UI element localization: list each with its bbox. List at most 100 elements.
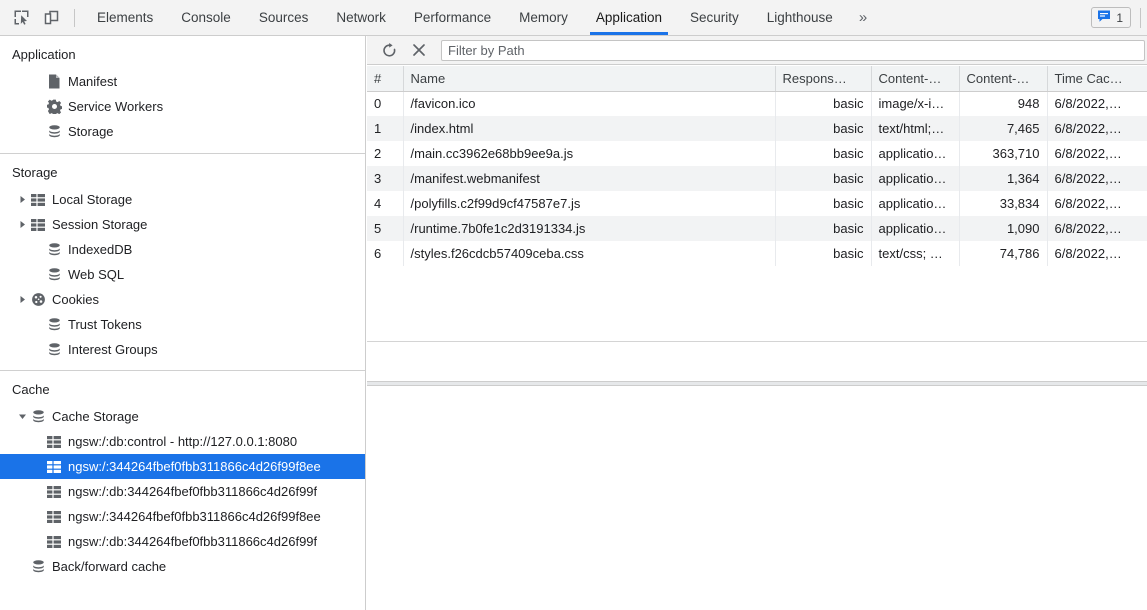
sidebar-item-web-sql[interactable]: Web SQL <box>0 262 365 287</box>
sidebar-item-cache-storage[interactable]: Cache Storage <box>0 404 365 429</box>
table-cell: 0 <box>367 91 404 116</box>
table-cell: 6/8/2022,… <box>1047 191 1147 216</box>
message-bubble-icon <box>1097 9 1111 26</box>
document-icon <box>47 74 68 89</box>
sidebar-item-label: Cookies <box>52 292 99 307</box>
tab-performance[interactable]: Performance <box>400 0 505 35</box>
table-cell: /main.cc3962e68bb9ee9a.js <box>403 141 776 166</box>
table-cell: basic <box>775 116 872 141</box>
table-cell: 6 <box>367 241 404 266</box>
filter-by-path-input[interactable] <box>441 39 1145 61</box>
chevron-down-icon[interactable] <box>18 412 31 421</box>
inspect-cursor-icon[interactable] <box>6 0 36 35</box>
table-cell: /runtime.7b0fe1c2d3191334.js <box>403 216 776 241</box>
sidebar-section-application: Application Manifest Service Workers Storag… <box>0 36 365 153</box>
close-x-icon[interactable] <box>405 38 433 62</box>
sidebar-item-label: ngsw:/:344264fbef0fbb311866c4d26f99f8ee <box>68 509 321 524</box>
cache-entries-table-container[interactable]: # Name Respons… Content-… Content-… Time Cac…… <box>367 66 1147 382</box>
tab-lighthouse[interactable]: Lighthouse <box>753 0 847 35</box>
table-cell: 6/8/2022,… <box>1047 116 1147 141</box>
sidebar-item-interest-groups[interactable]: Interest Groups <box>0 337 365 362</box>
horizontal-splitter[interactable] <box>367 381 1147 386</box>
table-cell: basic <box>775 91 872 116</box>
sidebar-section-storage: Storage Local Storage Session Storage Index… <box>0 153 365 370</box>
table-cell: 74,786 <box>959 241 1048 266</box>
table-row[interactable]: 6/styles.f26cdcb57409ceba.css basic text/c… <box>367 241 1147 266</box>
table-header-row: # Name Respons… Content-… Content-… Time Cac… <box>367 66 1147 92</box>
toolbar-end-divider <box>1140 7 1141 28</box>
table-column-header[interactable]: Content-… <box>871 66 960 92</box>
tab-application[interactable]: Application <box>582 0 676 35</box>
table-cell: 6/8/2022,… <box>1047 216 1147 241</box>
database-icon <box>47 124 68 139</box>
chevron-right-icon[interactable] <box>18 195 31 204</box>
table-column-header[interactable]: Respons… <box>775 66 872 92</box>
chevron-right-icon[interactable] <box>18 295 31 304</box>
sidebar-item-indexeddb[interactable]: IndexedDB <box>0 237 365 262</box>
table-cell: applicatio… <box>871 191 960 216</box>
table-cell: text/css; … <box>871 241 960 266</box>
table-cell: basic <box>775 191 872 216</box>
tab-memory[interactable]: Memory <box>505 0 582 35</box>
table-grid-icon <box>47 460 68 473</box>
sidebar-section-cache: Cache Cache Storage ngsw:/:db:control - ht… <box>0 370 365 579</box>
sidebar-item-ngsw-344264fbef0fbb311866c4d26f99f8ee[interactable]: ngsw:/:344264fbef0fbb311866c4d26f99f8ee <box>0 504 365 529</box>
table-cell: 1,090 <box>959 216 1048 241</box>
table-cell: 948 <box>959 91 1048 116</box>
tab-network[interactable]: Network <box>322 0 400 35</box>
tab-elements[interactable]: Elements <box>83 0 167 35</box>
sidebar-section-title: Cache <box>12 382 50 397</box>
sidebar-item-label: Trust Tokens <box>68 317 142 332</box>
refresh-icon[interactable] <box>375 38 403 62</box>
table-row[interactable]: 2/main.cc3962e68bb9ee9a.js basic applicati… <box>367 141 1147 166</box>
sidebar-item-ngsw-344264fbef0fbb311866c4d26f99f8ee[interactable]: ngsw:/:344264fbef0fbb311866c4d26f99f8ee <box>0 454 365 479</box>
table-cell: /polyfills.c2f99d9cf47587e7.js <box>403 191 776 216</box>
application-sidebar[interactable]: Application Manifest Service Workers Storag… <box>0 36 366 610</box>
sidebar-item-ngsw-db-344264fbef0fbb311866c4d26f99f[interactable]: ngsw:/:db:344264fbef0fbb311866c4d26f99f <box>0 479 365 504</box>
table-cell: 4 <box>367 191 404 216</box>
sidebar-item-trust-tokens[interactable]: Trust Tokens <box>0 312 365 337</box>
table-row[interactable]: 3/manifest.webmanifest basic applicatio… 1,… <box>367 166 1147 191</box>
table-body: 0/favicon.ico basic image/x-i… 948 6/8/2022,… <box>367 91 1147 266</box>
sidebar-item-ngsw-db-344264fbef0fbb311866c4d26f99f[interactable]: ngsw:/:db:344264fbef0fbb311866c4d26f99f <box>0 529 365 554</box>
table-grid-icon <box>47 485 68 498</box>
table-cell: applicatio… <box>871 216 960 241</box>
tab-sources[interactable]: Sources <box>245 0 323 35</box>
gear-icon <box>47 99 68 114</box>
sidebar-item-label: Back/forward cache <box>52 559 167 574</box>
sidebar-item-service-workers[interactable]: Service Workers <box>0 94 365 119</box>
table-grid-icon <box>47 510 68 523</box>
sidebar-item-local-storage[interactable]: Local Storage <box>0 187 365 212</box>
table-cell: /manifest.webmanifest <box>403 166 776 191</box>
chevron-right-icon[interactable] <box>18 220 31 229</box>
sidebar-item-storage[interactable]: Storage <box>0 119 365 144</box>
table-column-header[interactable]: Content-… <box>959 66 1048 92</box>
table-column-header[interactable]: # <box>367 66 404 92</box>
cache-entries-table: # Name Respons… Content-… Content-… Time Cac…… <box>367 66 1147 266</box>
table-row[interactable]: 0/favicon.ico basic image/x-i… 948 6/8/2022,… <box>367 91 1147 116</box>
table-column-header[interactable]: Name <box>403 66 776 92</box>
device-toolbar-icon[interactable] <box>36 0 66 35</box>
sidebar-item-label: Cache Storage <box>52 409 139 424</box>
toolbar-divider <box>74 8 75 27</box>
sidebar-item-back-forward-cache[interactable]: Back/forward cache <box>0 554 365 579</box>
table-row[interactable]: 5/runtime.7b0fe1c2d3191334.js basic applic… <box>367 216 1147 241</box>
table-row[interactable]: 4/polyfills.c2f99d9cf47587e7.js basic appl… <box>367 191 1147 216</box>
tab-console[interactable]: Console <box>167 0 245 35</box>
sidebar-item-ngsw-db-control-http-127-0-0-1-8080[interactable]: ngsw:/:db:control - http://127.0.0.1:808… <box>0 429 365 454</box>
table-column-header[interactable]: Time Cac… <box>1047 66 1147 92</box>
tab-security[interactable]: Security <box>676 0 753 35</box>
table-cell: applicatio… <box>871 166 960 191</box>
more-tabs-button[interactable]: » <box>847 0 879 35</box>
table-cell: 363,710 <box>959 141 1048 166</box>
sidebar-item-cookies[interactable]: Cookies <box>0 287 365 312</box>
message-count: 1 <box>1116 10 1123 25</box>
sidebar-item-manifest[interactable]: Manifest <box>0 69 365 94</box>
table-cell: 33,834 <box>959 191 1048 216</box>
sidebar-item-session-storage[interactable]: Session Storage <box>0 212 365 237</box>
database-icon <box>47 317 68 332</box>
sidebar-item-label: ngsw:/:db:control - http://127.0.0.1:808… <box>68 434 298 449</box>
table-row[interactable]: 1/index.html basic text/html;… 7,465 6/8/202… <box>367 116 1147 141</box>
table-cell: /favicon.ico <box>403 91 776 116</box>
message-count-badge[interactable]: 1 <box>1091 7 1131 28</box>
